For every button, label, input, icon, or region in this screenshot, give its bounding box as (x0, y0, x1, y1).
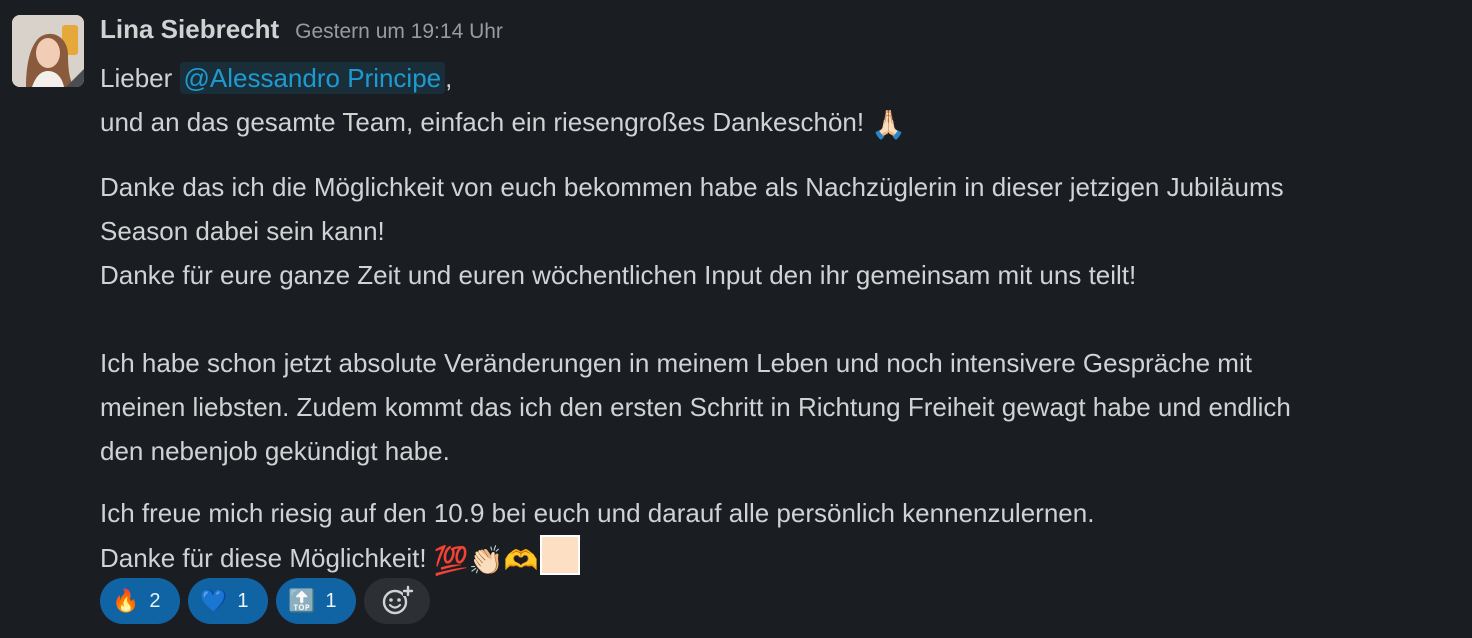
reaction-top[interactable]: 🔝 1 (276, 578, 356, 624)
blue-heart-emoji: 💙 (200, 588, 228, 614)
top-emoji: 🔝 (288, 588, 316, 614)
paragraph-2-line-3: Danke für eure ganze Zeit und euren wöch… (100, 260, 1137, 290)
folded-hands-emoji: 🙏🏻 (871, 108, 907, 141)
message-header: Lina Siebrecht Gestern um 19:14 Uhr (100, 14, 503, 48)
reaction-fire[interactable]: 🔥 2 (100, 578, 180, 624)
greeting-prefix: Lieber (100, 63, 180, 93)
hundred-clap-heart-hands-emojis: 💯👏🏻🫶 (433, 544, 539, 577)
message-body: Lieber @Alessandro Principe, und an das … (100, 56, 1460, 583)
paragraph-2-line-2: Season dabei sein kann! (100, 216, 385, 246)
paragraph-3-line-3: den nebenjob gekündigt habe. (100, 436, 450, 466)
add-reaction-icon (382, 585, 414, 615)
reaction-count: 1 (325, 589, 337, 612)
thanks-text: und an das gesamte Team, einfach ein rie… (100, 107, 872, 137)
closing-text: Danke für diese Möglichkeit! (100, 543, 434, 573)
reaction-count: 2 (149, 589, 161, 612)
paragraph-4-line-1: Ich freue mich riesig auf den 10.9 bei e… (100, 498, 1095, 528)
paragraph-3-line-2: meinen liebsten. Zudem kommt das ich den… (100, 392, 1291, 422)
paragraph-2-line-1: Danke das ich die Möglichkeit von euch b… (100, 172, 1284, 202)
message-timestamp[interactable]: Gestern um 19:14 Uhr (295, 20, 503, 44)
reaction-blue-heart[interactable]: 💙 1 (188, 578, 268, 624)
message: Lina Siebrecht Gestern um 19:14 Uhr Lieb… (0, 0, 1472, 638)
thanks-line: und an das gesamte Team, einfach ein rie… (100, 100, 1460, 147)
add-reaction-button[interactable] (364, 578, 430, 624)
paragraph-3-line-1: Ich habe schon jetzt absolute Veränderun… (100, 348, 1252, 378)
reactions-bar: 🔥 2 💙 1 🔝 1 (100, 578, 430, 624)
greeting-suffix: , (445, 63, 453, 93)
fire-emoji: 🔥 (112, 588, 140, 614)
avatar-corner (66, 69, 84, 87)
user-mention[interactable]: @Alessandro Principe (179, 62, 446, 94)
author-name[interactable]: Lina Siebrecht (100, 14, 279, 45)
greeting-line: Lieber @Alessandro Principe, (100, 56, 1460, 100)
paragraph-4-line-2: Danke für diese Möglichkeit! 💯👏🏻🫶 (100, 535, 1460, 583)
reaction-count: 1 (237, 589, 249, 612)
avatar[interactable] (12, 15, 84, 87)
unrendered-emoji-box (540, 535, 581, 575)
